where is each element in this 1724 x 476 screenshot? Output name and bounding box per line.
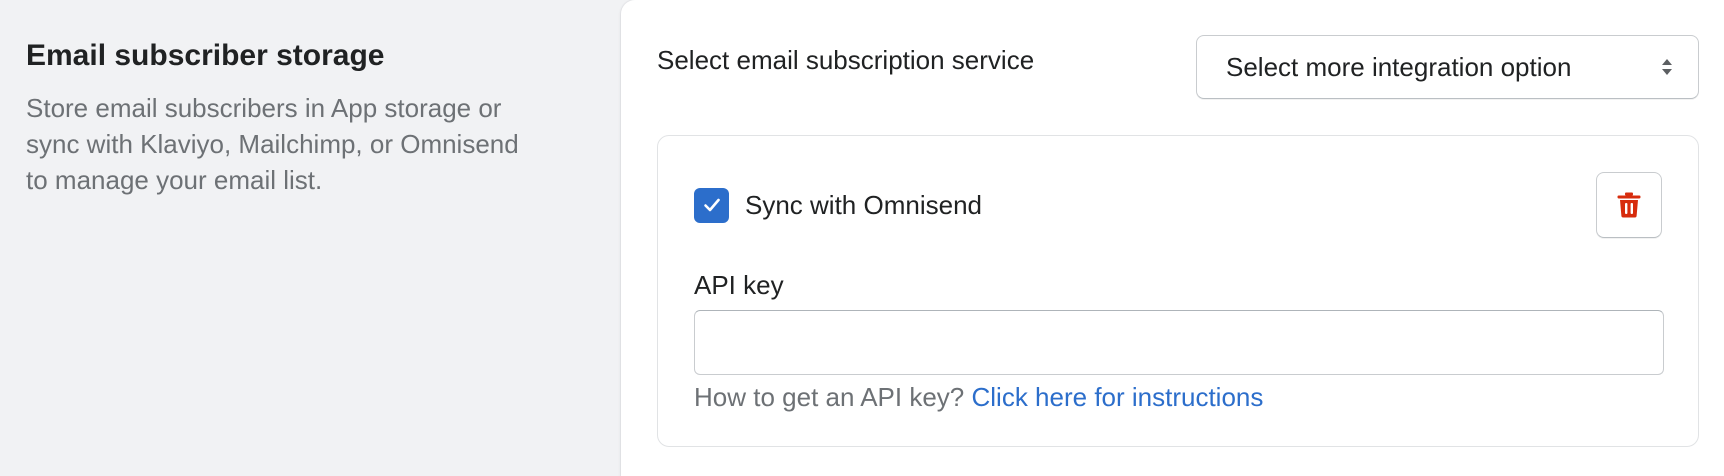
select-arrows-icon (1660, 56, 1674, 78)
trash-icon (1617, 192, 1641, 218)
api-key-help-text: How to get an API key? (694, 382, 972, 412)
checkmark-icon (703, 198, 720, 212)
section-annotation: Email subscriber storage Store email sub… (26, 36, 546, 198)
settings-page: Email subscriber storage Store email sub… (0, 0, 1724, 476)
api-key-label: API key (694, 270, 784, 300)
settings-card: Select email subscription service Select… (621, 0, 1724, 476)
service-select-label: Select email subscription service (657, 45, 1035, 75)
integration-select[interactable]: Select more integration option (1196, 35, 1699, 99)
api-key-input[interactable] (694, 310, 1664, 375)
integration-select-value: Select more integration option (1226, 52, 1572, 82)
omnisend-integration-card: Sync with Omnisend API key How to get an… (657, 135, 1699, 447)
api-key-help: How to get an API key? Click here for in… (694, 379, 1263, 415)
sync-omnisend-checkbox[interactable] (694, 187, 729, 223)
section-title: Email subscriber storage (26, 39, 385, 72)
sync-checkbox-row: Sync with Omnisend (694, 187, 982, 223)
instructions-link[interactable]: Click here for instructions (972, 382, 1264, 412)
sync-omnisend-label[interactable]: Sync with Omnisend (745, 187, 982, 223)
section-description: Store email subscribers in App storage o… (26, 93, 519, 195)
delete-integration-button[interactable] (1596, 172, 1662, 238)
